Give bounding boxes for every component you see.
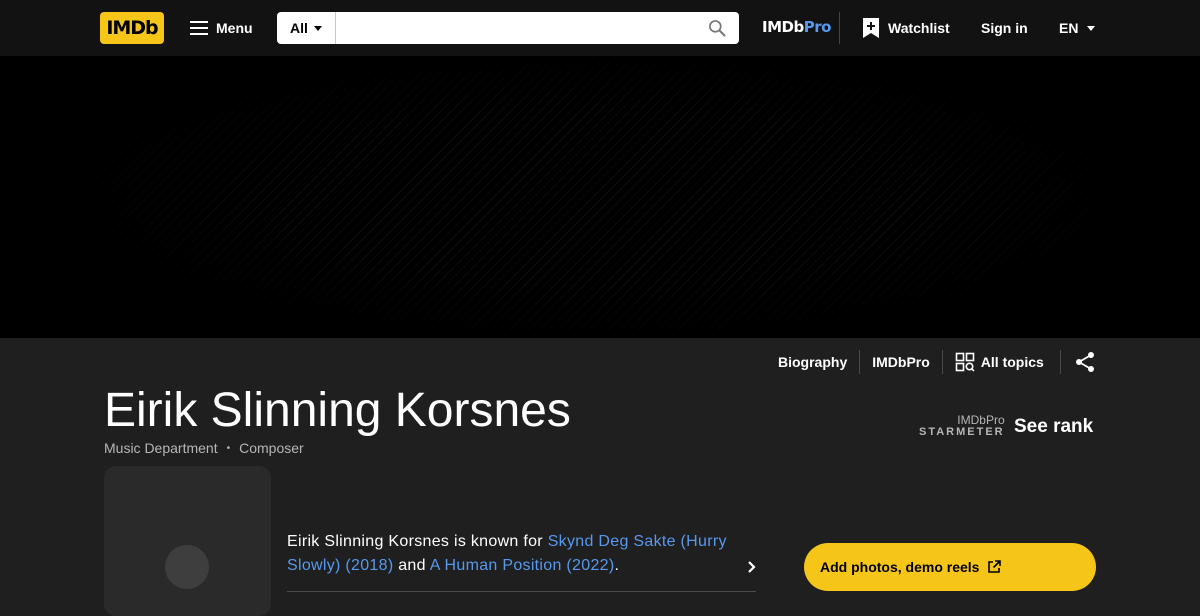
sign-in-link[interactable]: Sign in (981, 12, 1028, 44)
person-subnav: Biography IMDbPro All topics (766, 350, 1056, 374)
add-photos-button[interactable]: Add photos, demo reels (804, 543, 1096, 591)
search-button[interactable] (695, 12, 739, 44)
external-link-icon (988, 560, 1002, 573)
person-name: Eirik Slinning Korsnes (104, 384, 571, 437)
search-category-label: All (290, 20, 308, 36)
search-input[interactable] (336, 12, 695, 44)
menu-button[interactable]: Menu (186, 12, 257, 44)
watchlist-label: Watchlist (888, 20, 950, 36)
menu-label: Menu (216, 20, 253, 36)
starmeter-label: STARMETER (919, 426, 1005, 438)
watchlist-button[interactable]: Watchlist (862, 12, 950, 44)
avatar-placeholder-icon (165, 545, 209, 589)
imdbpro-logo[interactable]: IMDbPro (762, 18, 831, 36)
hero-banner (0, 56, 1200, 338)
grid-icon (955, 352, 975, 372)
caret-down-icon (1087, 25, 1096, 31)
add-photos-label: Add photos, demo reels (820, 559, 980, 575)
all-topics-label: All topics (980, 354, 1044, 370)
all-topics-button[interactable]: All topics (943, 350, 1056, 374)
share-button[interactable] (1060, 350, 1096, 374)
known-for-prefix: Eirik Slinning Korsnes is known for (287, 533, 543, 550)
top-navigation-bar: IMDb Menu All IMDbPro Watchlist Sign in … (0, 0, 1200, 56)
search-icon (709, 20, 726, 37)
section-divider (287, 591, 756, 592)
role-item[interactable]: Composer (239, 440, 304, 456)
search-category-dropdown[interactable]: All (277, 12, 336, 44)
biography-link[interactable]: Biography (766, 350, 861, 374)
expand-bio-button[interactable] (745, 558, 759, 581)
known-for-suffix: . (614, 557, 620, 574)
starmeter-widget: IMDbPro STARMETER (919, 414, 1005, 438)
language-label: EN (1059, 20, 1079, 36)
chevron-right-icon (748, 561, 756, 573)
person-photo-placeholder[interactable] (104, 466, 271, 616)
imdbpro-logo-main: IMDb (762, 18, 804, 36)
caret-down-icon (313, 25, 322, 31)
see-rank-link[interactable]: See rank (1014, 416, 1093, 438)
starmeter-provider: IMDbPro (957, 413, 1005, 427)
imdbpro-logo-accent: Pro (803, 18, 832, 36)
bookmark-plus-icon (863, 18, 879, 38)
person-roles: Music Department • Composer (104, 440, 304, 456)
nav-divider (839, 12, 840, 44)
separator-dot: • (226, 442, 231, 454)
known-for-text: Eirik Slinning Korsnes is known for Skyn… (287, 530, 747, 578)
imdb-logo[interactable]: IMDb (100, 12, 164, 44)
hero-pattern (90, 56, 1110, 338)
hamburger-icon (190, 21, 208, 35)
known-for-title-link[interactable]: A Human Position (2022) (430, 557, 615, 574)
search-bar: All (277, 12, 739, 44)
share-icon (1076, 352, 1094, 372)
language-selector[interactable]: EN (1059, 12, 1096, 44)
role-item[interactable]: Music Department (104, 440, 218, 456)
imdbpro-link[interactable]: IMDbPro (860, 350, 943, 374)
known-for-joiner: and (398, 557, 426, 574)
